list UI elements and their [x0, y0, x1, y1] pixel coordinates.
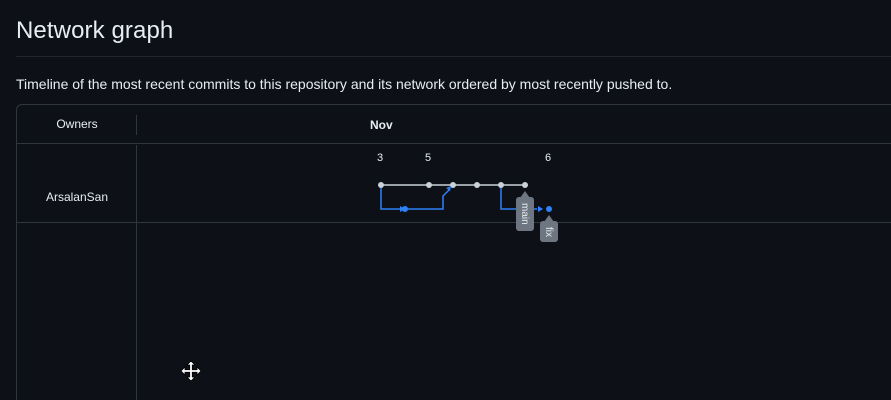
branch-tag-main-label: main — [519, 203, 530, 225]
commit-dot[interactable] — [426, 182, 432, 188]
arrow-head — [538, 206, 543, 212]
move-icon — [180, 360, 202, 382]
feature-branch-line — [380, 188, 400, 210]
branch-tag-main[interactable]: main — [516, 191, 534, 231]
network-graph-page: Network graph Timeline of the most recen… — [0, 0, 891, 400]
commit-dot[interactable] — [522, 182, 528, 188]
commit-graph[interactable]: main fix — [0, 0, 891, 400]
commit-dot[interactable] — [498, 182, 504, 188]
merge-branch-line — [405, 188, 451, 210]
commit-dot[interactable] — [378, 182, 384, 188]
commit-dot[interactable] — [474, 182, 480, 188]
commit-dot[interactable] — [450, 182, 456, 188]
branch-tag-fix-label: fix — [543, 227, 554, 237]
commit-dot-fix[interactable] — [546, 206, 552, 212]
branch-tag-fix[interactable]: fix — [540, 215, 558, 242]
